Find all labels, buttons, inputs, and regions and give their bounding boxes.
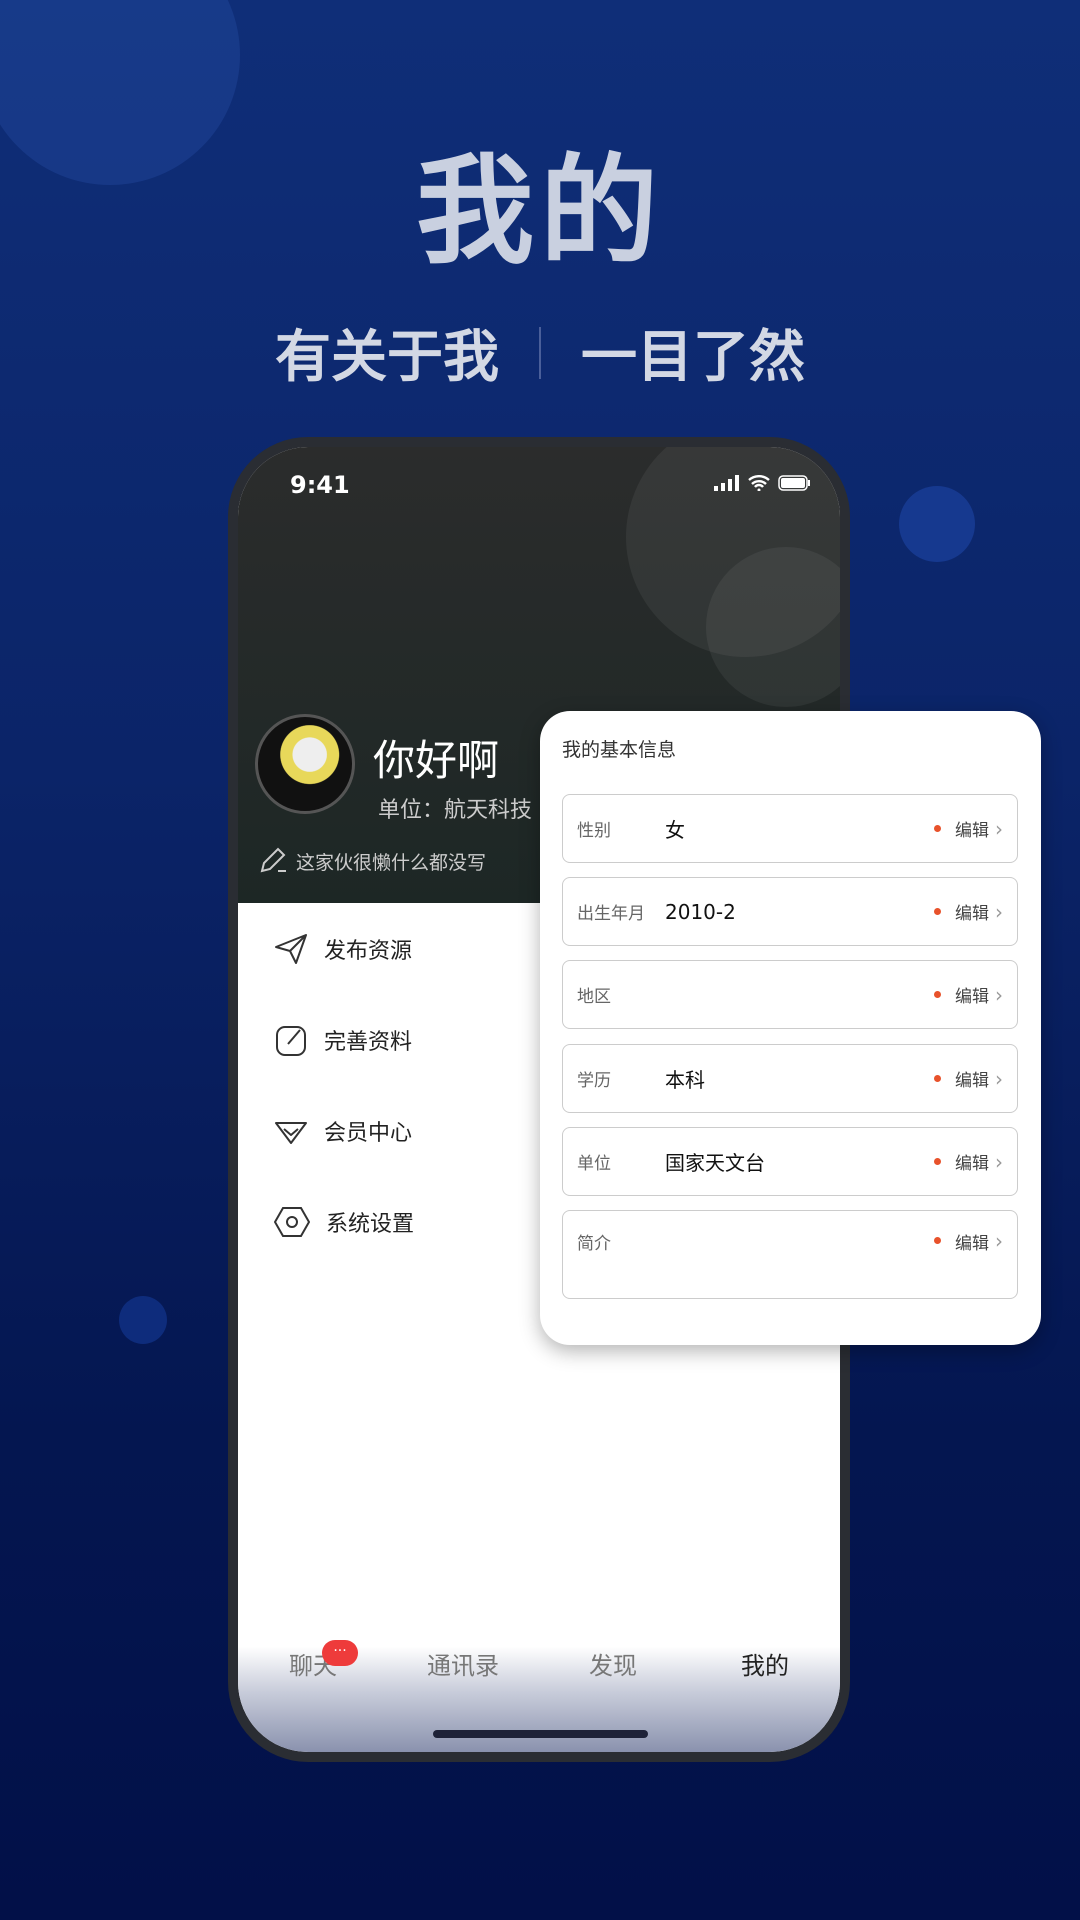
- battery-icon: [778, 475, 810, 491]
- pencil-icon: [260, 847, 286, 873]
- edit-button[interactable]: 编辑: [955, 899, 989, 924]
- card-title: 我的基本信息: [562, 739, 677, 761]
- info-label: 单位: [577, 1154, 611, 1174]
- required-dot: [934, 991, 941, 998]
- info-value: 女: [665, 818, 685, 842]
- info-label: 简介: [577, 1234, 611, 1254]
- chevron-right-icon: ›: [995, 899, 1003, 924]
- signal-icon: [714, 475, 739, 491]
- chevron-right-icon: ›: [995, 1066, 1003, 1091]
- edit-square-icon: [276, 1025, 306, 1056]
- subtitle-right: 一目了然: [581, 325, 805, 390]
- signature-text: 这家伙很懒什么都没写: [296, 851, 487, 874]
- unread-badge: ···: [322, 1640, 358, 1666]
- tab-label: 我的: [741, 1652, 789, 1680]
- hero-subtitle: 有关于我 一目了然: [0, 312, 1080, 393]
- info-value: 本科: [665, 1068, 705, 1092]
- tab-mine[interactable]: 我的: [690, 1646, 840, 1681]
- tab-chat[interactable]: 聊天 ···: [238, 1640, 388, 1681]
- status-icons: [714, 475, 812, 491]
- required-dot: [934, 825, 941, 832]
- profile-signature[interactable]: 这家伙很懒什么都没写: [258, 847, 486, 875]
- edit-button[interactable]: 编辑: [955, 1149, 989, 1174]
- home-indicator: [433, 1730, 648, 1738]
- menu-label: 完善资料: [324, 1029, 413, 1055]
- status-time: 9:41: [290, 471, 350, 499]
- info-row[interactable]: 学历 本科 编辑 ›: [562, 1044, 1018, 1113]
- info-row[interactable]: 地区 编辑 ›: [562, 960, 1018, 1029]
- divider: [539, 326, 541, 379]
- chevron-right-icon: ›: [995, 982, 1003, 1007]
- required-dot: [934, 1075, 941, 1082]
- tab-label: 发现: [589, 1652, 637, 1680]
- hexagon-gear-icon: [274, 1206, 310, 1237]
- hero-title: 我的: [415, 142, 664, 280]
- subtitle-left: 有关于我: [275, 325, 499, 390]
- tab-label: 通讯录: [427, 1652, 499, 1680]
- edit-button[interactable]: 编辑: [955, 816, 989, 841]
- chevron-right-icon: ›: [995, 1229, 1003, 1253]
- edit-button[interactable]: 编辑: [955, 1229, 989, 1254]
- info-label: 性别: [577, 821, 611, 841]
- wifi-icon: [748, 475, 770, 491]
- tab-contacts[interactable]: 通讯录: [388, 1646, 538, 1681]
- diamond-icon: [275, 1121, 307, 1144]
- paper-plane-icon: [275, 933, 307, 964]
- profile-unit: 单位：航天科技: [378, 798, 533, 823]
- info-row[interactable]: 性别 女 编辑 ›: [562, 794, 1018, 863]
- info-label: 出生年月: [577, 904, 645, 924]
- edit-button[interactable]: 编辑: [955, 1066, 989, 1091]
- decor-circle: [899, 486, 975, 562]
- decor-circle: [119, 1296, 167, 1344]
- edit-button[interactable]: 编辑: [955, 982, 989, 1007]
- tab-discover[interactable]: 发现: [538, 1646, 688, 1681]
- menu-label: 会员中心: [324, 1120, 413, 1146]
- menu-label: 发布资源: [324, 938, 413, 964]
- info-label: 地区: [577, 987, 611, 1007]
- chevron-right-icon: ›: [995, 1149, 1003, 1174]
- profile-name: 你好啊: [373, 736, 500, 785]
- info-value: 2010-2: [665, 899, 736, 924]
- info-row[interactable]: 出生年月 2010-2 编辑 ›: [562, 877, 1018, 946]
- info-row[interactable]: 简介 编辑 ›: [562, 1210, 1018, 1299]
- chevron-right-icon: ›: [995, 816, 1003, 841]
- tab-bar: 聊天 ··· 通讯录 发现 我的: [238, 1632, 840, 1752]
- required-dot: [934, 1237, 941, 1244]
- info-row[interactable]: 单位 国家天文台 编辑 ›: [562, 1127, 1018, 1196]
- required-dot: [934, 908, 941, 915]
- avatar[interactable]: [255, 714, 355, 814]
- info-value: 国家天文台: [665, 1151, 765, 1175]
- basic-info-card: 我的基本信息 性别女编辑 › 出生年月 2010-2 编辑 › 地区 编辑 › 学历 本科 编辑 › 单位…: [540, 711, 1041, 1345]
- required-dot: [934, 1158, 941, 1165]
- menu-label: 系统设置: [326, 1211, 415, 1237]
- info-label: 学历: [577, 1071, 611, 1091]
